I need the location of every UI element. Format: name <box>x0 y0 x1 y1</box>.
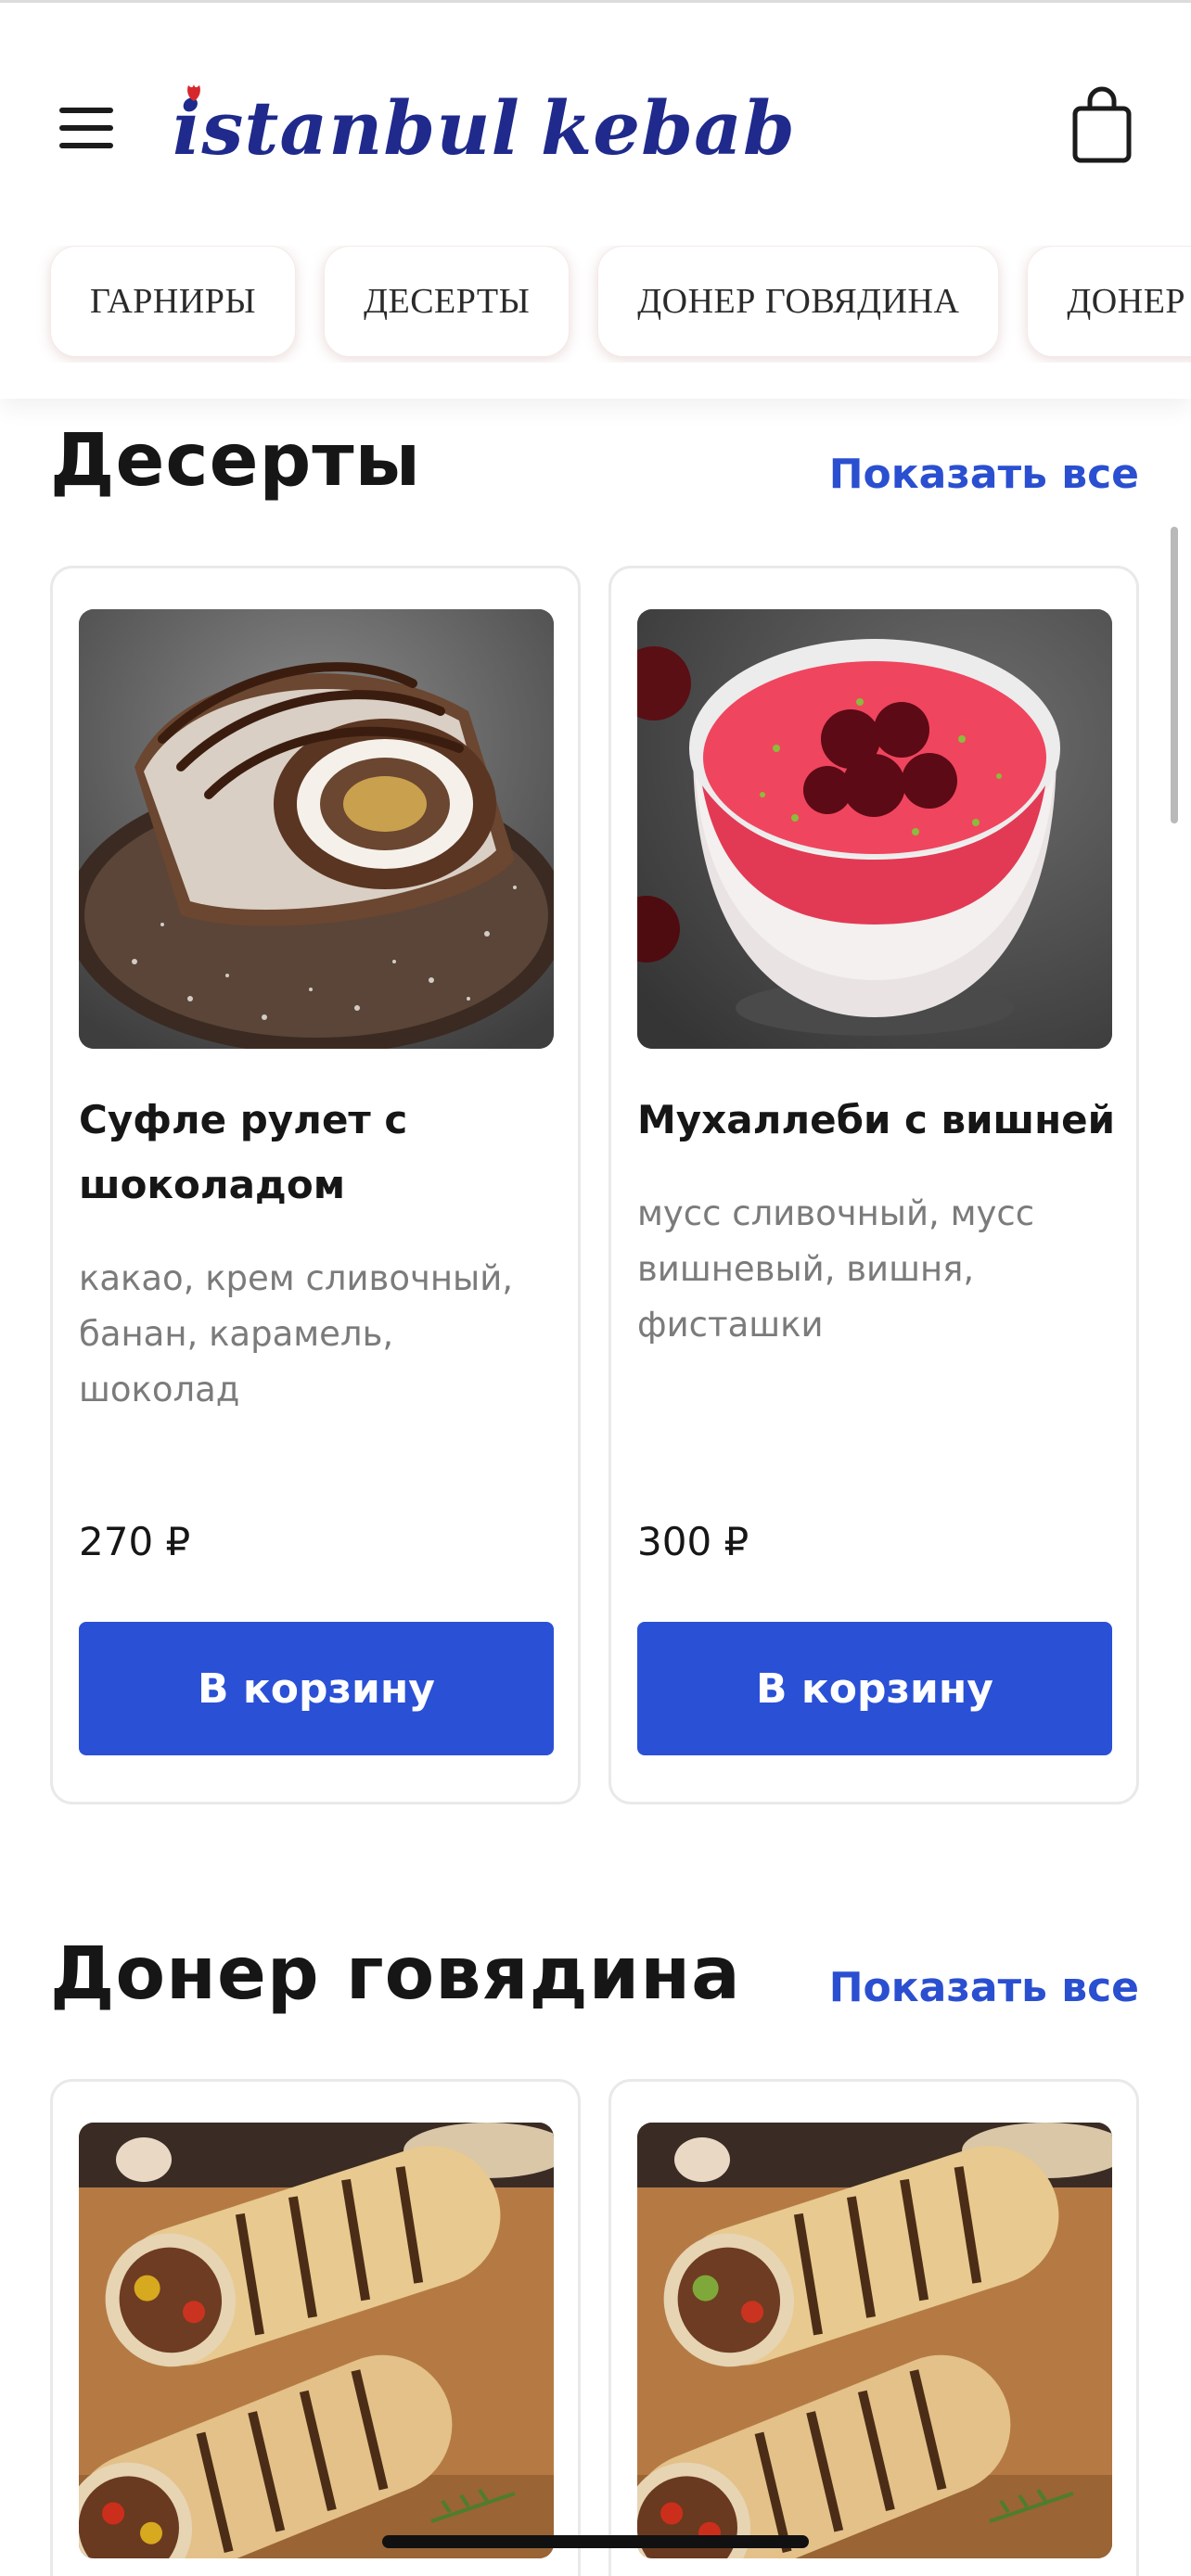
product-image-chocolate-roll <box>79 609 554 1049</box>
show-all-desserts-link[interactable]: Показать все <box>829 451 1139 498</box>
section-title-beef-doner: Донер говядина <box>50 1932 741 2016</box>
product-image-beef-doner <box>79 2123 554 2558</box>
add-to-cart-button[interactable]: В корзину <box>79 1622 554 1755</box>
brand-logo[interactable]: istanbul kebab <box>173 84 795 172</box>
app-page: istanbul kebab ГАРНИРЫ ДЕСЕРТЫ ДОНЕР ГОВ… <box>0 0 1191 2576</box>
product-description: мусс сливочный, мусс вишневый, вишня, фи… <box>637 1193 1035 1345</box>
product-image-beef-doner <box>637 2123 1112 2558</box>
tab-chicken-doner[interactable]: ДОНЕР КУРИЦА <box>1027 246 1191 357</box>
shopping-bag-icon[interactable] <box>1071 86 1133 164</box>
product-price: 270 ₽ <box>79 1519 191 1564</box>
logo-word-istanbul: istanbul <box>173 84 520 172</box>
logo-word-kebab: kebab <box>540 84 796 172</box>
top-header: istanbul kebab ГАРНИРЫ ДЕСЕРТЫ ДОНЕР ГОВ… <box>0 0 1191 399</box>
product-title: Мухаллеби с вишней <box>637 1097 1116 1142</box>
add-to-cart-button[interactable]: В корзину <box>637 1622 1112 1755</box>
home-indicator[interactable] <box>382 2535 809 2548</box>
product-card[interactable]: Суфле рулет с шоколадом какао, крем слив… <box>50 566 581 1804</box>
product-image-cherry-muhallebi <box>637 609 1112 1049</box>
product-title: Суфле рулет с шоколадом <box>79 1097 408 1207</box>
hamburger-menu-icon[interactable] <box>58 103 121 151</box>
section-title-desserts: Десерты <box>50 419 422 503</box>
vertical-scrollbar[interactable] <box>1171 527 1178 823</box>
show-all-beef-doner-link[interactable]: Показать все <box>829 1964 1139 2011</box>
product-card[interactable] <box>50 2079 581 2576</box>
tab-desserts[interactable]: ДЕСЕРТЫ <box>324 246 570 357</box>
tab-beef-doner[interactable]: ДОНЕР ГОВЯДИНА <box>597 246 1000 357</box>
product-description: какао, крем сливочный, банан, карамель, … <box>79 1258 514 1409</box>
tab-garnishes[interactable]: ГАРНИРЫ <box>50 246 297 357</box>
product-card[interactable] <box>608 2079 1139 2576</box>
product-price: 300 ₽ <box>637 1519 749 1564</box>
product-card[interactable]: Мухаллеби с вишней мусс сливочный, мусс … <box>608 566 1139 1804</box>
category-tabs: ГАРНИРЫ ДЕСЕРТЫ ДОНЕР ГОВЯДИНА ДОНЕР КУР… <box>0 246 1191 363</box>
tulip-icon <box>187 84 200 101</box>
